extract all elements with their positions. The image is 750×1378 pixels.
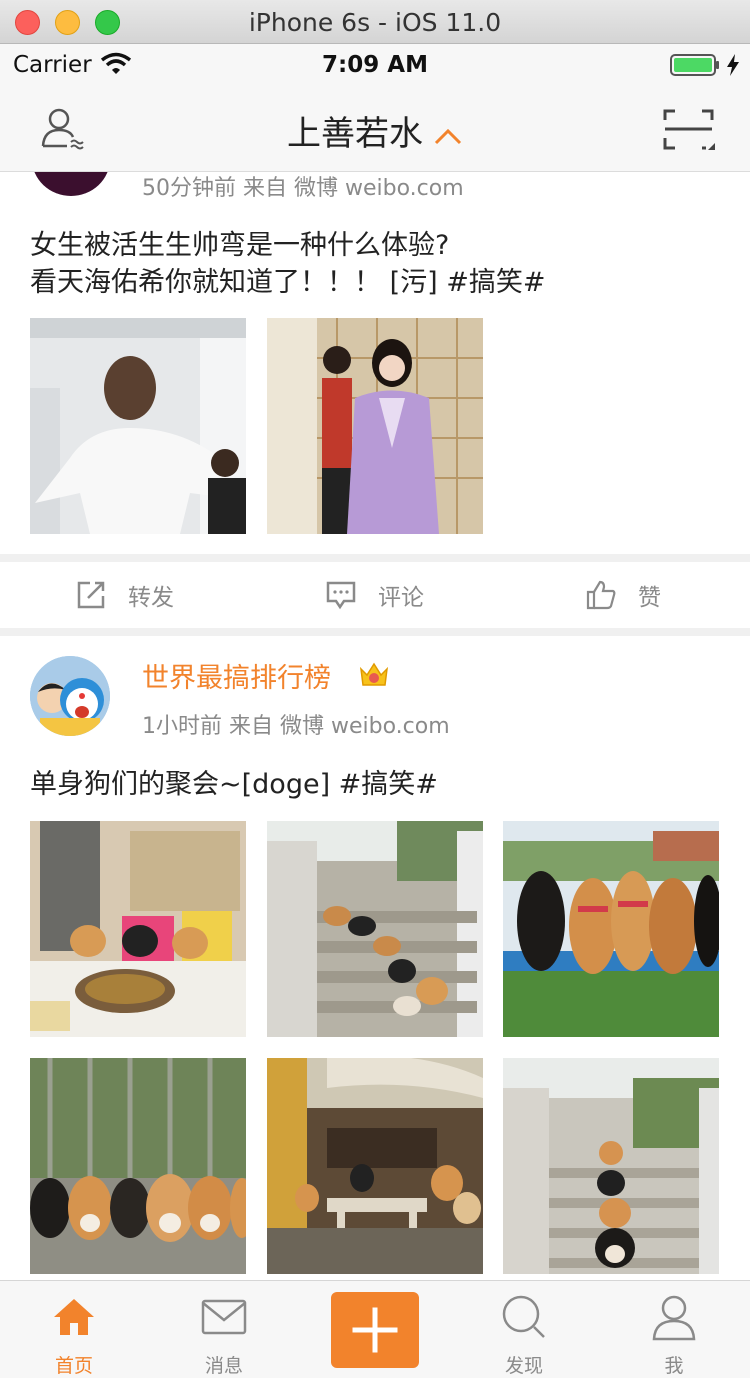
post-image[interactable] [267, 1058, 483, 1274]
nav-title-label: 上善若水 [287, 114, 423, 154]
post-meta: 50分钟前 来自 微博 weibo.com [142, 176, 464, 201]
tab-home[interactable]: 首页 [24, 1293, 124, 1378]
envelope-icon [201, 1299, 247, 1335]
post-image[interactable] [503, 821, 719, 1037]
comment-button[interactable]: 评论 [326, 562, 424, 628]
tab-me-label: 我 [664, 1355, 684, 1377]
tab-me[interactable]: 我 [624, 1293, 724, 1378]
post-meta: 1小时前 来自 微博 weibo.com [142, 714, 450, 739]
tab-discover-label: 发现 [504, 1355, 543, 1377]
tab-discover[interactable]: 发现 [474, 1293, 574, 1378]
post-actions: 转发 评论 赞 [0, 562, 750, 628]
avatar[interactable] [30, 656, 110, 736]
status-time: 7:09 AM [322, 52, 428, 78]
like-label: 赞 [638, 585, 661, 611]
charging-icon [727, 54, 739, 76]
post-image[interactable] [30, 821, 246, 1037]
repost-icon [77, 581, 105, 609]
separator [0, 554, 750, 562]
comment-label: 评论 [378, 585, 424, 611]
plus-icon [352, 1307, 398, 1353]
post-username[interactable]: 世界最搞排行榜 [142, 656, 331, 695]
like-button[interactable]: 赞 [586, 562, 661, 628]
separator [0, 628, 750, 636]
home-icon [54, 1299, 94, 1335]
comment-icon [326, 581, 356, 610]
tab-bar: 首页 消息 发现 我 [0, 1280, 750, 1378]
post-text: 单身狗们的聚会~[doge] #搞笑# [30, 769, 438, 800]
profile-icon [652, 1295, 696, 1341]
status-bar: Carrier 7:09 AM [0, 44, 750, 86]
avatar[interactable] [32, 172, 110, 196]
compose-button[interactable] [331, 1292, 419, 1368]
feed[interactable]: 50分钟前 来自 微博 weibo.com 女生被活生生帅弯是一种什么体验? 看… [0, 172, 750, 1280]
simulator-title-bar: iPhone 6s - iOS 11.0 [0, 0, 750, 44]
repost-label: 转发 [128, 585, 174, 611]
repost-button[interactable]: 转发 [76, 562, 174, 628]
vip-crown-icon [359, 662, 389, 686]
battery-icon [670, 54, 719, 76]
thumbs-up-icon [586, 580, 616, 610]
post-image[interactable] [503, 1058, 719, 1274]
group-selector[interactable]: 上善若水 [0, 106, 750, 155]
navigation-bar: 上善若水 [0, 86, 750, 172]
simulator-title: iPhone 6s - iOS 11.0 [248, 8, 502, 37]
post-text-line: 看天海佑希你就知道了！！！ [污] #搞笑# [30, 267, 546, 298]
tab-home-label: 首页 [54, 1355, 93, 1377]
scan-icon[interactable] [662, 108, 716, 152]
search-icon [502, 1295, 545, 1338]
tab-messages-label: 消息 [204, 1355, 243, 1377]
post-image[interactable] [30, 1058, 246, 1274]
post-image[interactable] [267, 318, 483, 534]
post-image[interactable] [267, 821, 483, 1037]
tab-messages[interactable]: 消息 [174, 1293, 274, 1378]
chevron-up-icon [434, 128, 462, 144]
post-text-line: 女生被活生生帅弯是一种什么体验? [30, 230, 450, 261]
post-image[interactable] [30, 318, 246, 534]
